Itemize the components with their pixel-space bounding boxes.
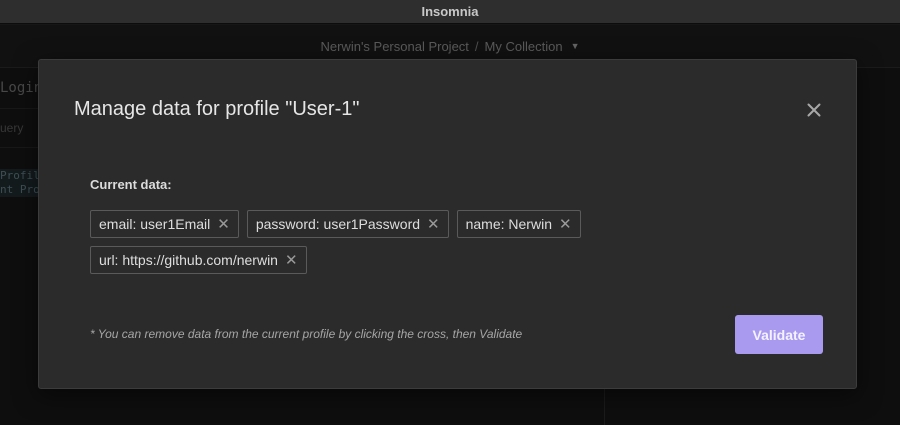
data-tag-password: password: user1Password ✕ xyxy=(246,210,449,238)
help-note: * You can remove data from the current p… xyxy=(90,327,523,341)
remove-tag-icon[interactable]: ✕ xyxy=(217,217,230,232)
close-button[interactable] xyxy=(803,99,825,121)
close-icon xyxy=(807,103,821,117)
data-tag-list: email: user1Email ✕ password: user1Passw… xyxy=(90,210,610,274)
validate-button[interactable]: Validate xyxy=(735,315,823,354)
data-tag-label: password: user1Password xyxy=(255,216,421,232)
data-tag-label: name: Nerwin xyxy=(465,216,552,232)
data-tag-name: name: Nerwin ✕ xyxy=(456,210,581,238)
data-tag-email: email: user1Email ✕ xyxy=(90,210,239,238)
remove-tag-icon[interactable]: ✕ xyxy=(285,253,298,268)
data-tag-label: email: user1Email xyxy=(99,216,211,232)
data-tag-url: url: https://github.com/nerwin ✕ xyxy=(90,246,307,274)
manage-data-modal: Manage data for profile "User-1" Current… xyxy=(38,59,857,389)
modal-title: Manage data for profile "User-1" xyxy=(74,98,360,120)
current-data-label: Current data: xyxy=(90,177,172,192)
data-tag-label: url: https://github.com/nerwin xyxy=(99,252,278,268)
window-titlebar: Insomnia xyxy=(0,0,900,24)
remove-tag-icon[interactable]: ✕ xyxy=(427,217,440,232)
window-title: Insomnia xyxy=(421,4,479,19)
remove-tag-icon[interactable]: ✕ xyxy=(559,217,572,232)
